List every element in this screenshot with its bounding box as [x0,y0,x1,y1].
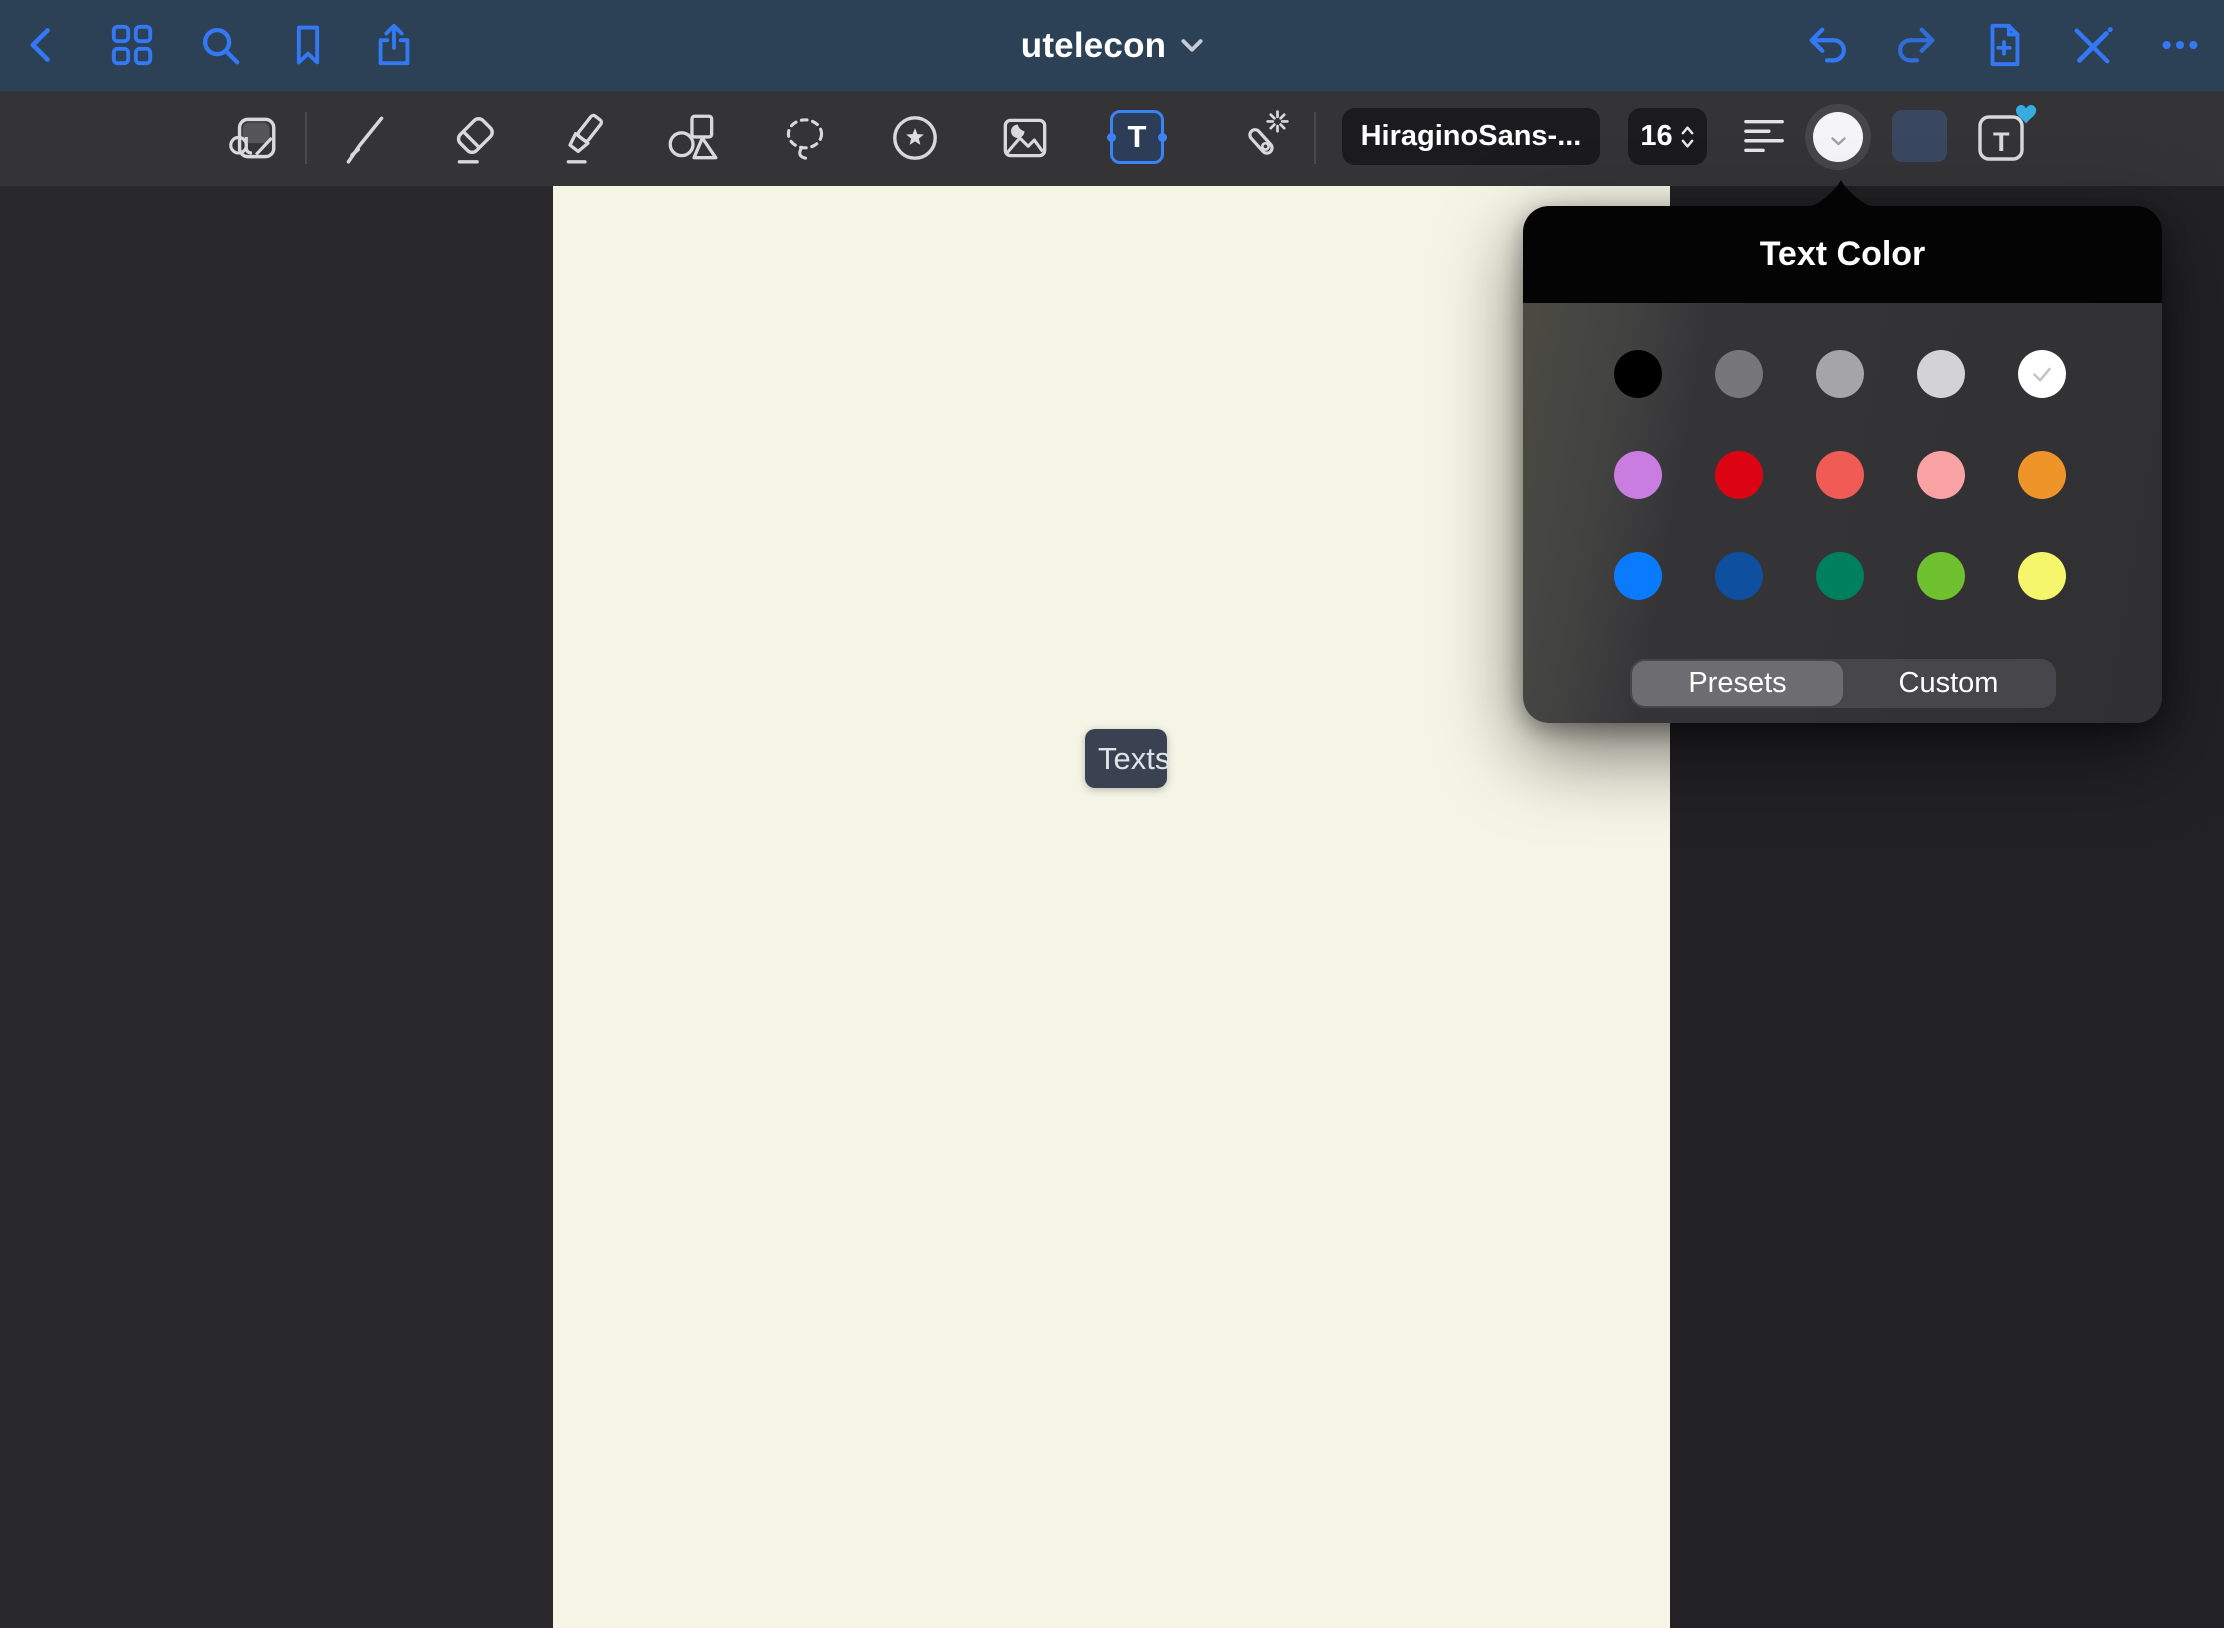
swatch-green[interactable] [1816,552,1864,600]
swatch-white[interactable] [2018,350,2066,398]
zoom-window-tool[interactable] [220,106,284,170]
swatch-yellow[interactable] [2018,552,2066,600]
add-page-icon [1981,22,2027,68]
canvas-text-object[interactable]: Texts [1085,729,1167,788]
pen-crossed-icon [2069,22,2115,68]
tab-custom[interactable]: Custom [1843,661,2054,706]
font-family-label: HiraginoSans-... [1361,120,1582,153]
more-ellipsis-icon [2157,22,2203,68]
align-left-icon [1744,118,1786,154]
document-title[interactable]: utelecon [0,0,2224,91]
redo-button[interactable] [1892,21,1940,69]
laser-pointer-tool[interactable] [1231,106,1295,170]
current-color-swatch [1813,112,1863,162]
popup-title-bar: Text Color [1523,206,2162,303]
top-navigation-bar: utelecon [0,0,2224,91]
font-family-button[interactable]: HiraginoSans-... [1342,108,1600,165]
text-style-glyph: T [1993,127,2010,158]
swatch-black[interactable] [1614,350,1662,398]
highlighter-tool[interactable] [554,106,618,170]
popup-title: Text Color [1760,235,1926,274]
note-page[interactable] [553,186,1670,1628]
eraser-icon [446,109,504,167]
pen-icon [337,109,395,167]
stepper-chevrons-icon [1680,122,1695,152]
undo-button[interactable] [1804,21,1852,69]
fill-color-button[interactable] [1892,110,1947,162]
elements-tool[interactable] [883,106,947,170]
image-tool[interactable] [993,106,1057,170]
zoom-window-icon [223,109,281,167]
shapes-tool[interactable] [661,106,725,170]
font-size-stepper[interactable]: 16 [1628,108,1707,165]
swatch-light-green[interactable] [1917,552,1965,600]
swatch-dark-gray[interactable] [1715,350,1763,398]
add-page-button[interactable] [1980,21,2028,69]
canvas-text-label: Texts [1085,741,1170,777]
color-chevron-down-icon [1831,137,1846,146]
eraser-tool[interactable] [443,106,507,170]
image-icon [996,109,1054,167]
highlighter-icon [557,109,615,167]
sticker-star-icon [886,109,944,167]
swatch-purple[interactable] [1614,451,1662,499]
text-tool-active[interactable]: T [1110,110,1164,164]
text-tool-glyph: T [1128,119,1147,155]
more-options-button[interactable] [2156,21,2204,69]
swatch-dark-blue[interactable] [1715,552,1763,600]
laser-pointer-icon [1234,109,1292,167]
toolbar-divider [305,112,307,164]
lasso-icon [776,109,834,167]
swatch-gray[interactable] [1816,350,1864,398]
popup-body: PresetsCustom [1523,303,2162,723]
title-chevron-down-icon [1181,39,1203,53]
document-title-label: utelecon [1021,26,1167,66]
read-only-mode-button[interactable] [2068,21,2116,69]
text-style-button[interactable]: T [1971,103,2041,169]
pen-tool[interactable] [334,106,398,170]
swatch-orange[interactable] [2018,451,2066,499]
swatch-light-gray[interactable] [1917,350,1965,398]
swatch-red[interactable] [1715,451,1763,499]
shapes-icon [664,109,722,167]
undo-icon [1805,22,1851,68]
tools-toolbar: T [0,91,2224,186]
text-color-popup: Text Color PresetsCustom [1523,206,2162,723]
text-color-button[interactable] [1805,104,1871,170]
text-align-button[interactable] [1740,111,1790,161]
text-handle-left [1107,133,1116,142]
canvas-background-left [0,186,553,1628]
lasso-tool[interactable] [773,106,837,170]
font-size-value: 16 [1640,120,1672,153]
swatch-coral[interactable] [1816,451,1864,499]
text-handle-right [1158,133,1167,142]
goodnotes-app: utelecon [0,0,2224,1628]
toolbar-divider [1314,112,1316,164]
swatch-pink[interactable] [1917,451,1965,499]
tab-presets[interactable]: Presets [1632,661,1843,706]
swatch-blue[interactable] [1614,552,1662,600]
popup-callout-arrow [1809,179,1873,207]
selected-checkmark-icon [2027,359,2057,389]
swatch-grid [1614,350,2066,600]
redo-icon [1893,22,1939,68]
popup-tabs: PresetsCustom [1630,659,2056,708]
